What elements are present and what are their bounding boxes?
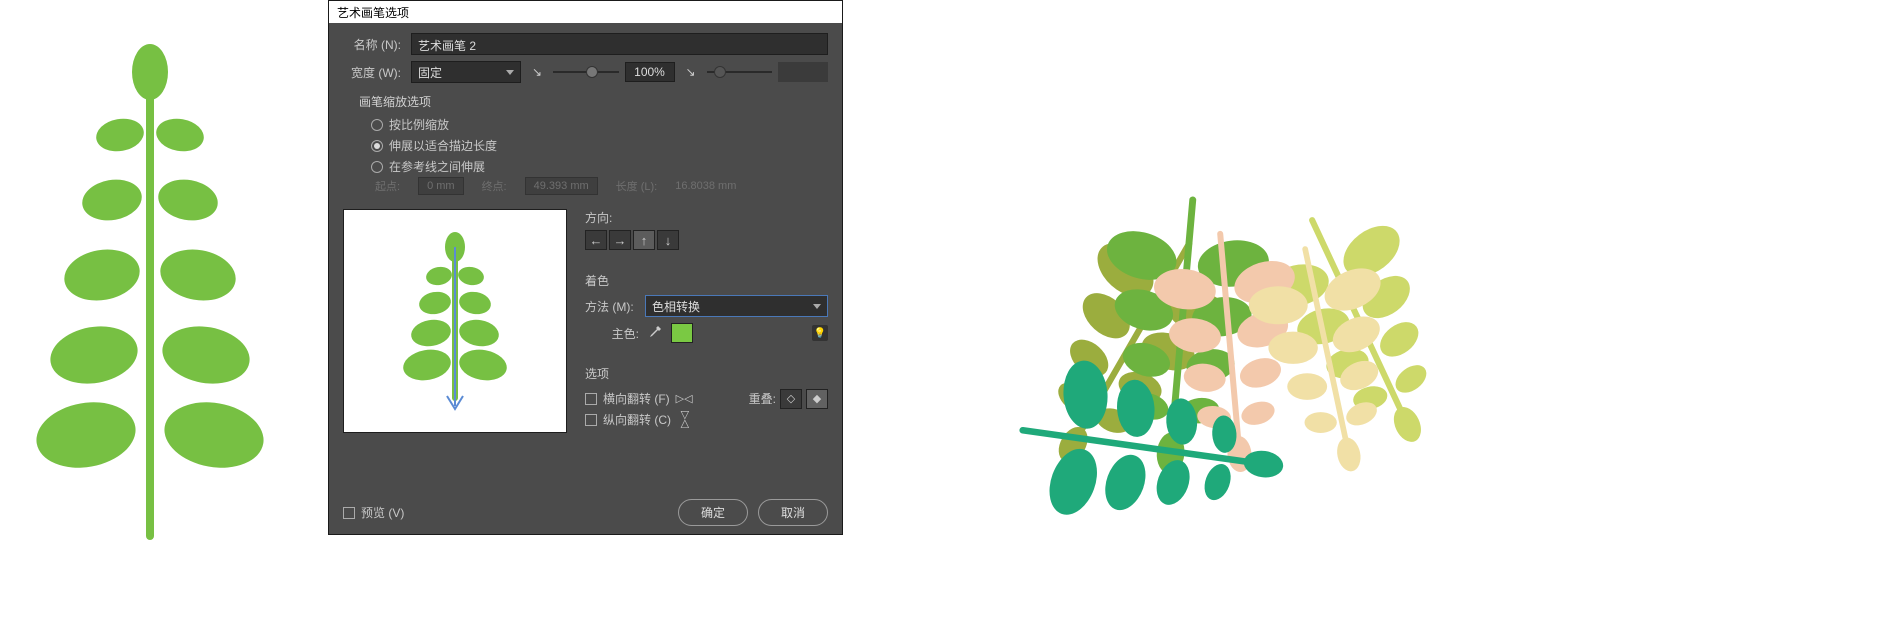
guides-length-value: 16.8038 mm (675, 180, 736, 192)
flip-v-icon: ▷◁ (679, 411, 692, 428)
overlap-mode-b-button[interactable]: ◆ (806, 389, 828, 409)
brush-preview (343, 209, 567, 433)
brush-name-input[interactable]: 艺术画笔 2 (411, 33, 828, 55)
tip-lightbulb-icon[interactable]: 💡 (812, 325, 828, 341)
cancel-button[interactable]: 取消 (758, 499, 828, 526)
name-label: 名称 (N): (343, 36, 405, 53)
radio-label: 在参考线之间伸展 (389, 158, 485, 175)
flip-end-icon[interactable]: ↘ (681, 62, 701, 82)
right-bouquet-art (920, 30, 1570, 570)
flip-h-icon: ▷◁ (676, 392, 693, 405)
checkbox-icon (585, 393, 597, 405)
dialog-title-bar: 艺术画笔选项 (329, 1, 842, 23)
guides-end-label: 终点: (482, 178, 507, 194)
scale-group-title: 画笔缩放选项 (359, 93, 828, 110)
width-slider[interactable] (553, 71, 619, 73)
left-plant-art (20, 30, 280, 550)
radio-between-guides[interactable]: 在参考线之间伸展 (359, 156, 828, 177)
overlap-label: 重叠: (749, 390, 776, 407)
overlap-mode-a-button[interactable]: ◇ (780, 389, 802, 409)
brush-name-value: 艺术画笔 2 (418, 39, 476, 53)
guides-start-label: 起点: (375, 178, 400, 194)
options-title: 选项 (585, 365, 828, 382)
width-percent-input[interactable]: 100% (625, 62, 675, 82)
flip-v-label: 纵向翻转 (C) (603, 411, 671, 428)
scale-options-group: 画笔缩放选项 按比例缩放 伸展以适合描边长度 在参考线之间伸展 起点: 0 mm… (359, 93, 828, 195)
width-slider-2 (707, 71, 773, 73)
slider-thumb-2 (714, 66, 726, 78)
colorize-method-value: 色相转换 (652, 298, 700, 315)
direction-group: 方向: ← → ↑ ↓ (585, 209, 828, 250)
ok-button[interactable]: 确定 (678, 499, 748, 526)
chevron-down-icon (506, 70, 514, 75)
direction-down-button[interactable]: ↓ (657, 230, 679, 250)
direction-right-button[interactable]: → (609, 230, 631, 250)
width-percent-2 (778, 62, 828, 82)
colorize-title: 着色 (585, 272, 828, 289)
chevron-down-icon (813, 304, 821, 309)
keycolor-swatch[interactable] (671, 323, 693, 343)
flip-start-icon[interactable]: ↘ (527, 62, 547, 82)
dialog-footer: 预览 (V) 确定 取消 (329, 491, 842, 534)
width-mode-value: 固定 (418, 64, 442, 81)
flip-vertical-checkbox[interactable]: 纵向翻转 (C) ▷◁ (585, 409, 828, 430)
art-brush-options-dialog: 艺术画笔选项 名称 (N): 艺术画笔 2 宽度 (W): 固定 ↘ 100% … (328, 0, 843, 535)
radio-icon (371, 140, 383, 152)
radio-proportional[interactable]: 按比例缩放 (359, 114, 828, 135)
guides-start-value: 0 mm (418, 177, 464, 195)
width-label: 宽度 (W): (343, 64, 405, 81)
slider-thumb[interactable] (586, 66, 598, 78)
checkbox-icon (343, 507, 355, 519)
guides-end-value: 49.393 mm (525, 177, 598, 195)
dialog-title: 艺术画笔选项 (337, 4, 409, 21)
preview-checkbox[interactable]: 预览 (V) (343, 502, 404, 523)
eyedropper-icon[interactable] (645, 323, 665, 343)
radio-icon (371, 161, 383, 173)
method-label: 方法 (M): (585, 298, 639, 315)
guides-length-label: 长度 (L): (616, 178, 658, 194)
flip-h-label: 横向翻转 (F) (603, 390, 670, 407)
colorize-method-select[interactable]: 色相转换 (645, 295, 828, 317)
preview-label: 预览 (V) (361, 504, 404, 521)
flip-horizontal-checkbox[interactable]: 横向翻转 (F) ▷◁ (585, 388, 693, 409)
radio-icon (371, 119, 383, 131)
colorize-group: 着色 方法 (M): 色相转换 主色: (585, 272, 828, 343)
direction-label: 方向: (585, 209, 828, 226)
radio-label: 伸展以适合描边长度 (389, 137, 497, 154)
radio-stretch[interactable]: 伸展以适合描边长度 (359, 135, 828, 156)
guides-disabled-row: 起点: 0 mm 终点: 49.393 mm 长度 (L): 16.8038 m… (359, 177, 828, 195)
checkbox-icon (585, 414, 597, 426)
direction-up-button[interactable]: ↑ (633, 230, 655, 250)
radio-label: 按比例缩放 (389, 116, 449, 133)
keycolor-label: 主色: (585, 325, 639, 342)
options-group: 选项 横向翻转 (F) ▷◁ 重叠: ◇ ◆ (585, 365, 828, 430)
width-mode-select[interactable]: 固定 (411, 61, 521, 83)
direction-left-button[interactable]: ← (585, 230, 607, 250)
